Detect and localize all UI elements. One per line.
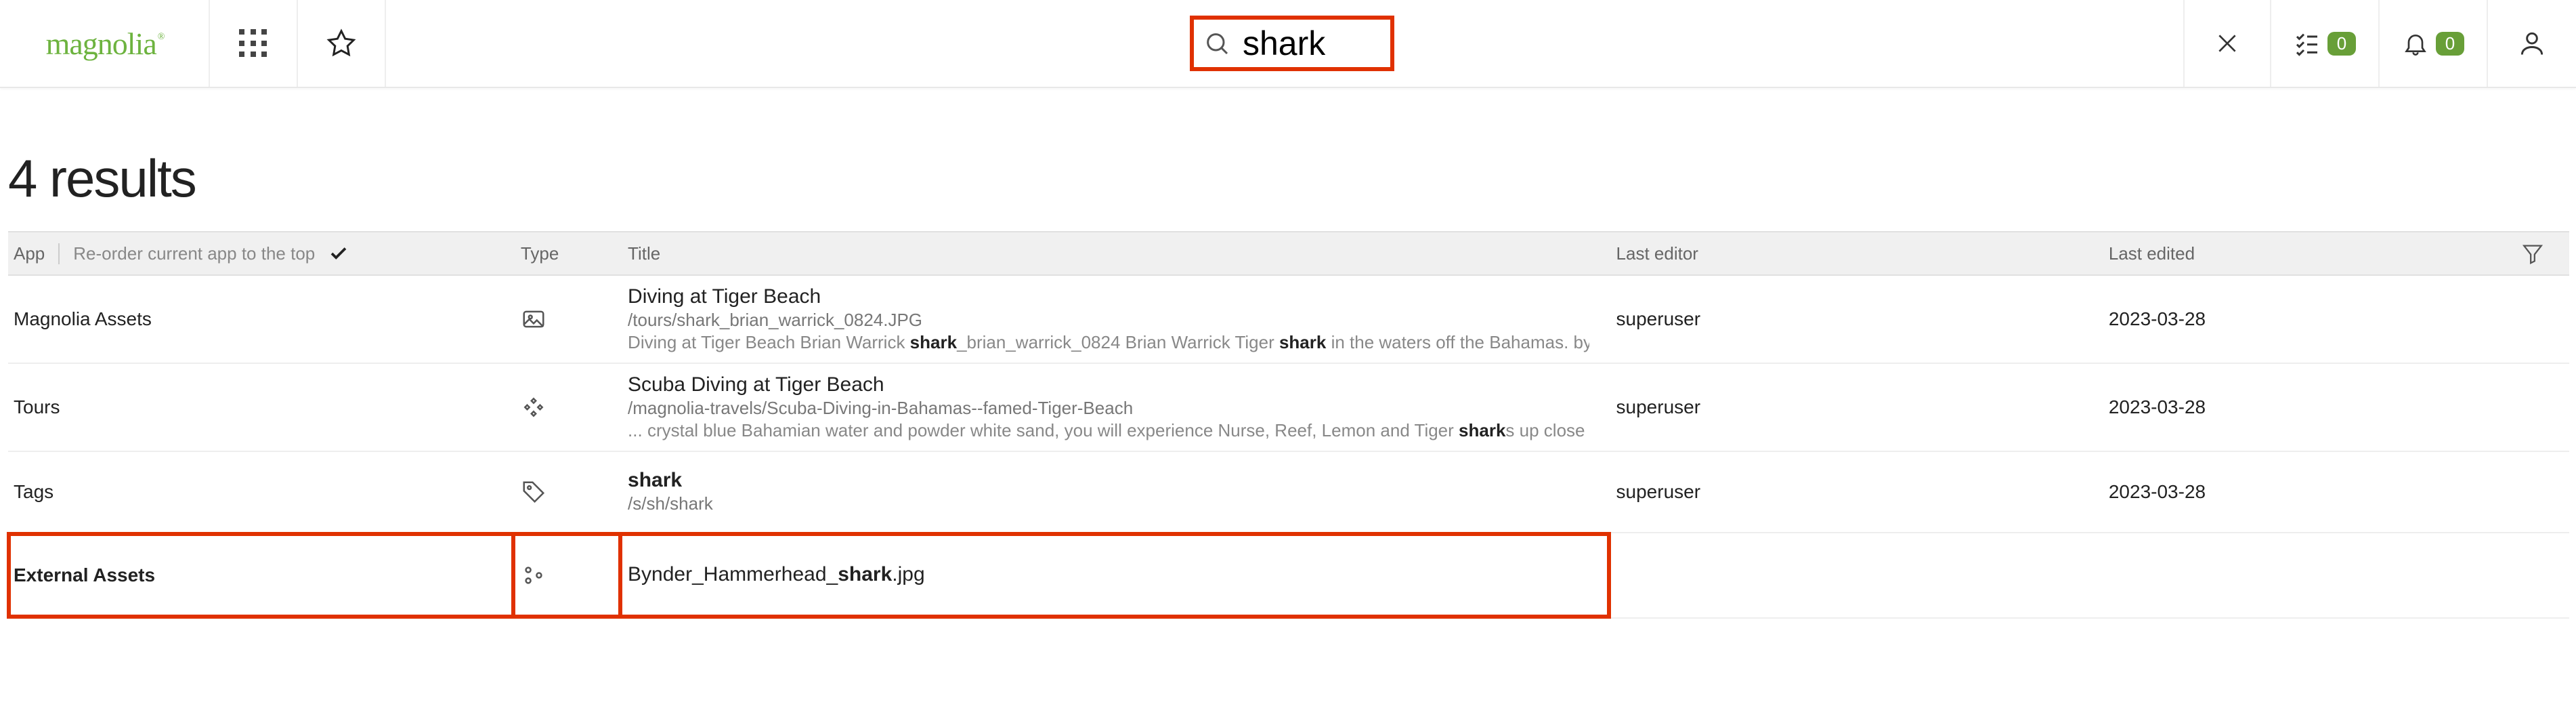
type-cell [515, 363, 622, 451]
favorites-button[interactable] [298, 0, 386, 87]
editor-cell: superuser [1611, 451, 2103, 533]
type-cell [515, 275, 622, 363]
app-cell: Tags [8, 451, 515, 533]
search-input[interactable] [1243, 24, 1371, 63]
result-row[interactable]: External Assets Bynder_Hammerhead_shark.… [8, 533, 2569, 618]
result-path: /s/sh/shark [628, 493, 1605, 514]
type-cell [515, 533, 622, 618]
search-cell [386, 0, 2183, 87]
app-cell: Tours [8, 363, 515, 451]
col-header-title[interactable]: Title [622, 232, 1610, 275]
col-header-edited[interactable]: Last edited [2103, 232, 2516, 275]
edited-cell: 2023-03-28 [2103, 363, 2516, 451]
result-title: shark [628, 469, 1605, 492]
three-dots-icon [521, 562, 546, 588]
result-row[interactable]: Tours Scuba Diving at Tiger Beach /magno… [8, 363, 2569, 451]
results-area: 4 results App Re-order current app to th… [0, 88, 2576, 619]
title-cell: Bynder_Hammerhead_shark.jpg [622, 533, 1610, 618]
app-cell: Magnolia Assets [8, 275, 515, 363]
tasks-icon [2294, 30, 2321, 57]
filter-icon [2521, 242, 2544, 265]
title-cell: Diving at Tiger Beach /tours/shark_brian… [622, 275, 1610, 363]
col-header-app[interactable]: App Re-order current app to the top [8, 232, 515, 275]
logo-cell: magnolia [0, 0, 210, 87]
star-icon [326, 28, 356, 58]
bell-icon [2402, 30, 2429, 57]
result-title: Scuba Diving at Tiger Beach [628, 373, 1605, 396]
result-path: /magnolia-travels/Scuba-Diving-in-Bahama… [628, 398, 1605, 419]
editor-cell: superuser [1611, 363, 2103, 451]
top-bar: magnolia 0 0 [0, 0, 2576, 88]
result-desc: ... crystal blue Bahamian water and powd… [628, 420, 1589, 441]
notifications-count: 0 [2436, 32, 2464, 56]
col-header-type[interactable]: Type [515, 232, 622, 275]
editor-cell [1611, 533, 2103, 618]
col-header-app-label: App [14, 243, 45, 264]
user-menu-button[interactable] [2488, 0, 2576, 87]
logo[interactable]: magnolia [46, 26, 163, 62]
four-dots-icon [521, 394, 546, 420]
result-row[interactable]: Tags shark /s/sh/shark superuser 2023-03… [8, 451, 2569, 533]
reorder-label: Re-order current app to the top [58, 243, 315, 264]
col-header-editor[interactable]: Last editor [1611, 232, 2103, 275]
close-icon [2214, 30, 2241, 57]
app-launcher-button[interactable] [210, 0, 298, 87]
edited-cell: 2023-03-28 [2103, 451, 2516, 533]
tasks-count: 0 [2327, 32, 2356, 56]
search-icon [1203, 30, 1230, 57]
title-cell: Scuba Diving at Tiger Beach /magnolia-tr… [622, 363, 1610, 451]
table-header-row: App Re-order current app to the top Type… [8, 232, 2569, 275]
results-table: App Re-order current app to the top Type… [8, 231, 2569, 619]
edited-cell: 2023-03-28 [2103, 275, 2516, 363]
user-icon [2517, 28, 2547, 58]
result-row[interactable]: Magnolia Assets Diving at Tiger Beach /t… [8, 275, 2569, 363]
title-cell: shark /s/sh/shark [622, 451, 1610, 533]
editor-cell: superuser [1611, 275, 2103, 363]
grid-icon [239, 29, 267, 58]
type-cell [515, 451, 622, 533]
app-cell: External Assets [8, 533, 515, 618]
image-icon [521, 306, 546, 332]
result-title: Diving at Tiger Beach [628, 285, 1605, 308]
tag-icon [521, 479, 546, 505]
close-search-button[interactable] [2183, 0, 2271, 87]
result-desc: Diving at Tiger Beach Brian Warrick shar… [628, 332, 1589, 353]
notifications-button[interactable]: 0 [2380, 0, 2488, 87]
result-title: Bynder_Hammerhead_shark.jpg [628, 563, 1605, 586]
tasks-button[interactable]: 0 [2271, 0, 2380, 87]
col-header-filter[interactable] [2516, 232, 2569, 275]
search-highlight-box [1190, 16, 1394, 71]
check-icon[interactable] [328, 243, 349, 264]
results-heading: 4 results [8, 148, 2569, 209]
edited-cell [2103, 533, 2516, 618]
result-path: /tours/shark_brian_warrick_0824.JPG [628, 310, 1605, 331]
